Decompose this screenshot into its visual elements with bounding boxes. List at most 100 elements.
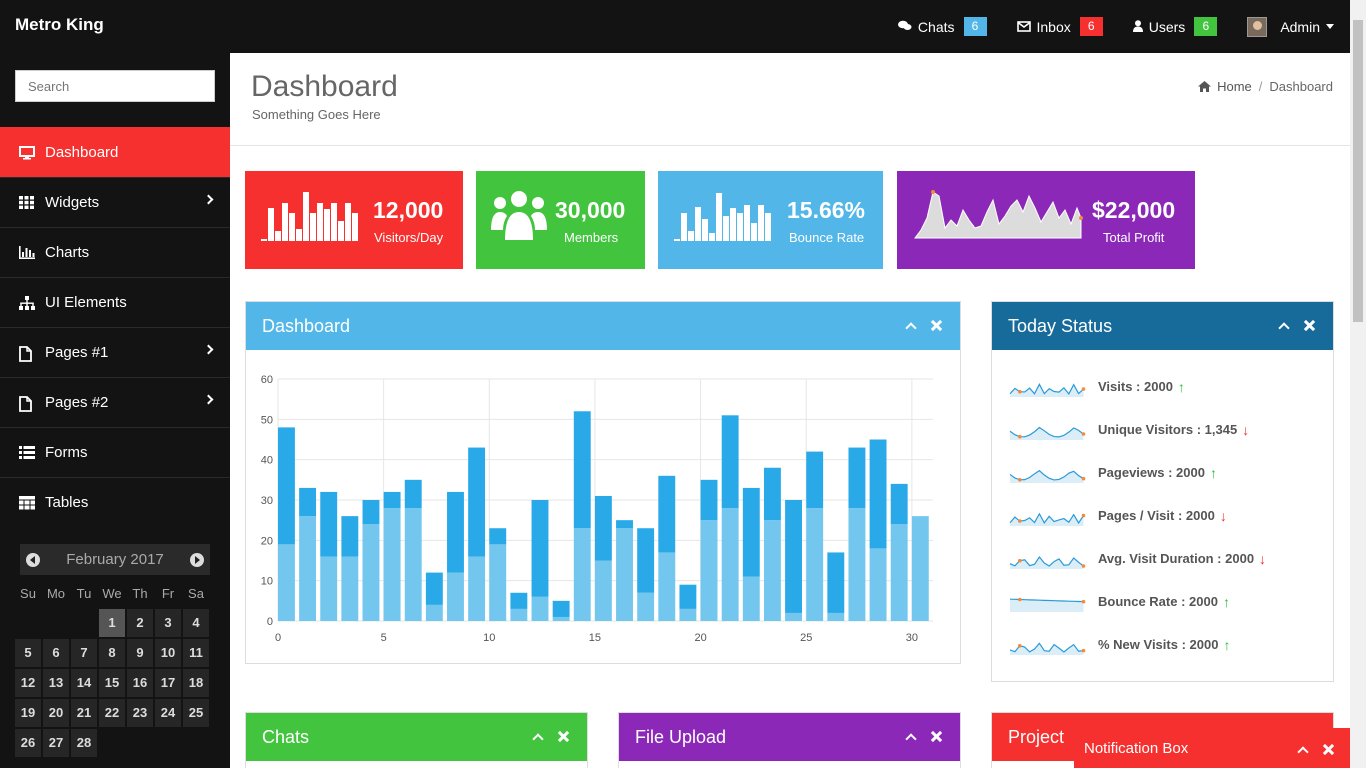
stat-value: 12,000 xyxy=(373,197,444,223)
sidebar-item-pages-2[interactable]: Pages #2 xyxy=(0,377,230,427)
arrow-up-icon: ↑ xyxy=(1177,378,1185,395)
close-icon[interactable] xyxy=(558,731,569,742)
page-scrollbar[interactable] xyxy=(1350,0,1366,768)
calendar-day[interactable]: 21 xyxy=(71,699,97,727)
calendar-day[interactable]: 27 xyxy=(43,729,69,757)
close-icon[interactable] xyxy=(1323,744,1334,755)
panel-title: Chats xyxy=(262,726,310,747)
calendar-day[interactable]: 17 xyxy=(155,669,181,697)
sparkline-dot xyxy=(1018,389,1022,394)
calendar-day[interactable]: 24 xyxy=(155,699,181,727)
brand-logo[interactable]: Metro King xyxy=(15,15,104,35)
calendar-day[interactable]: 22 xyxy=(99,699,125,727)
admin-menu[interactable]: Admin xyxy=(1247,16,1334,37)
stat-bounce-rate[interactable]: 15.66% Bounce Rate xyxy=(658,171,883,269)
sidebar-item-ui-elements[interactable]: UI Elements xyxy=(0,277,230,327)
calendar-day[interactable]: 5 xyxy=(15,639,41,667)
prev-month-icon[interactable] xyxy=(26,552,40,567)
calendar-day[interactable]: 7 xyxy=(71,639,97,667)
spark-bar xyxy=(716,193,722,241)
close-icon[interactable] xyxy=(1304,320,1315,331)
chart-bar-series-1 xyxy=(278,544,295,621)
calendar-day[interactable]: 16 xyxy=(127,669,153,697)
calendar-empty-cell xyxy=(15,609,41,637)
calendar-day[interactable]: 28 xyxy=(71,729,97,757)
stat-visitors[interactable]: 12,000 Visitors/Day xyxy=(245,171,463,269)
stat-total-profit[interactable]: $22,000 Total Profit xyxy=(897,171,1195,269)
collapse-icon[interactable] xyxy=(905,322,917,334)
sidebar-item-tables[interactable]: Tables xyxy=(0,477,230,527)
stat-label: Visitors/Day xyxy=(374,230,444,245)
sidebar-item-widgets[interactable]: Widgets xyxy=(0,177,230,227)
calendar-day[interactable]: 15 xyxy=(99,669,125,697)
calendar-day[interactable]: 11 xyxy=(183,639,209,667)
chart-bar-series-1 xyxy=(425,604,443,621)
stat-value: 30,000 xyxy=(555,197,626,223)
chart-bar-series-2 xyxy=(721,415,739,509)
status-sparkline xyxy=(1009,382,1086,397)
spark-bar xyxy=(695,207,701,241)
calendar-day[interactable]: 26 xyxy=(15,729,41,757)
status-label: % New Visits : 2000 xyxy=(1098,637,1219,652)
collapse-icon[interactable] xyxy=(905,733,917,745)
calendar-day[interactable]: 10 xyxy=(155,639,181,667)
calendar-day[interactable]: 3 xyxy=(155,609,181,637)
calendar-day[interactable]: 14 xyxy=(71,669,97,697)
calendar-day[interactable]: 13 xyxy=(43,669,69,697)
chevron-right-icon xyxy=(203,194,214,205)
users-label: Users xyxy=(1148,18,1186,35)
calendar-day[interactable]: 9 xyxy=(127,639,153,667)
sidebar-item-dashboard[interactable]: Dashboard xyxy=(0,127,230,177)
sidebar-item-forms[interactable]: Forms xyxy=(0,427,230,477)
avatar xyxy=(1247,16,1268,37)
dashboard-chart-panel: Dashboard 0 10 20 30 40 50 60 0 5 10 15 20 25 30 xyxy=(245,301,961,664)
today-status-panel: Today Status Visits : 2000 ↑ Unique Visito… xyxy=(991,301,1334,682)
calendar-day[interactable]: 1 xyxy=(99,609,125,637)
collapse-icon[interactable] xyxy=(532,733,544,745)
calendar-day[interactable]: 20 xyxy=(43,699,69,727)
chart-bar-series-1 xyxy=(869,548,887,621)
chart-bar-series-1 xyxy=(848,508,866,621)
sidebar-menu: Dashboard Widgets Charts UI Elements Pag… xyxy=(0,127,230,527)
sidebar-item-charts[interactable]: Charts xyxy=(0,227,230,277)
status-label: Pageviews : 2000 xyxy=(1098,465,1205,480)
sidebar-item-label: Pages #1 xyxy=(45,344,109,361)
calendar-day[interactable]: 25 xyxy=(183,699,209,727)
stat-members[interactable]: 30,000 Members xyxy=(476,171,645,269)
chart-bar-series-1 xyxy=(404,508,422,621)
calendar-day[interactable]: 4 xyxy=(183,609,209,637)
status-row: Pages / Visit : 2000 ↓ xyxy=(1008,503,1328,528)
calendar-day[interactable]: 23 xyxy=(127,699,153,727)
calendar-day[interactable]: 19 xyxy=(15,699,41,727)
users-link[interactable]: Users 6 xyxy=(1132,17,1218,36)
chats-panel: Chats xyxy=(245,712,588,768)
sparkline-dot xyxy=(1081,563,1086,568)
search-input[interactable] xyxy=(15,70,215,102)
close-icon[interactable] xyxy=(931,320,942,331)
y-tick-label: 20 xyxy=(261,535,273,547)
calendar-weekday: Th xyxy=(132,586,148,601)
expand-icon[interactable] xyxy=(1297,746,1309,758)
calendar-weekday: Su xyxy=(20,586,36,601)
chart-bar-series-2 xyxy=(679,584,697,609)
calendar-day[interactable]: 6 xyxy=(43,639,69,667)
calendar-day[interactable]: 12 xyxy=(15,669,41,697)
inbox-link[interactable]: Inbox 6 xyxy=(1016,17,1103,36)
collapse-icon[interactable] xyxy=(1278,322,1290,334)
calendar-day[interactable]: 18 xyxy=(183,669,209,697)
chats-link[interactable]: Chats 6 xyxy=(897,17,987,36)
sidebar-item-pages-1[interactable]: Pages #1 xyxy=(0,327,230,377)
notification-box[interactable]: Notification Box xyxy=(1074,728,1350,768)
status-label: Unique Visitors : 1,345 xyxy=(1098,422,1238,437)
stat-label: Total Profit xyxy=(1103,230,1165,245)
arrow-up-icon: ↑ xyxy=(1209,464,1217,481)
breadcrumb-home[interactable]: Home xyxy=(1217,79,1252,94)
status-sparkline xyxy=(1009,512,1086,526)
next-month-icon[interactable] xyxy=(190,552,204,567)
spark-bar xyxy=(261,239,267,241)
calendar-day[interactable]: 8 xyxy=(99,639,125,667)
close-icon[interactable] xyxy=(931,731,942,742)
calendar-day[interactable]: 2 xyxy=(127,609,153,637)
panel-header: Chats xyxy=(246,713,587,761)
scrollbar-thumb[interactable] xyxy=(1353,20,1363,322)
